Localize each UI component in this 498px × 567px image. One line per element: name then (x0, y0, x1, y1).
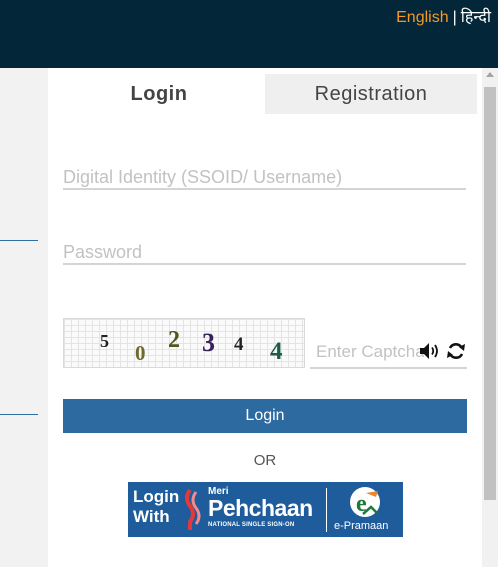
banner-with-text: With (133, 507, 170, 526)
captcha-input-underline (418, 367, 467, 369)
banner-pehchaan-text: Pehchaan (208, 495, 313, 521)
captcha-image: 5 0 2 3 4 4 (63, 318, 305, 368)
refresh-icon[interactable] (446, 341, 466, 361)
meri-pehchaan-login-banner[interactable]: Login With Meri Pehchaan NATIONAL SINGLE… (128, 482, 403, 537)
top-header-bar: English | हिन्दी (0, 0, 498, 68)
banner-epramaan-text: e-Pramaan (334, 520, 389, 532)
captcha-digit: 0 (135, 341, 146, 365)
banner-tagline-text: NATIONAL SINGLE SIGN-ON (208, 522, 295, 528)
banner-login-text: Login (133, 487, 180, 506)
login-button[interactable]: Login (63, 399, 467, 433)
captcha-digit: 2 (168, 327, 180, 353)
scrollbar-thumb[interactable] (484, 87, 496, 500)
captcha-digit: 4 (270, 338, 283, 365)
password-input[interactable] (63, 241, 466, 265)
captcha-digit: 4 (234, 334, 244, 355)
left-divider-line (0, 414, 38, 415)
language-switcher: English | हिन्दी (396, 5, 491, 27)
banner-divider (326, 488, 327, 532)
pehchaan-logo-icon (185, 488, 201, 530)
speaker-icon[interactable] (419, 341, 441, 361)
tab-login[interactable]: Login (62, 74, 256, 114)
captcha-input[interactable] (310, 337, 424, 369)
tab-registration[interactable]: Registration (265, 74, 477, 114)
language-separator: | (452, 9, 457, 26)
left-divider-line (0, 240, 38, 241)
scroll-up-arrow-icon[interactable] (486, 72, 494, 77)
language-hindi-link[interactable]: हिन्दी (461, 9, 491, 26)
captcha-digit: 3 (202, 328, 215, 357)
captcha-digit: 5 (100, 331, 109, 351)
epramaan-logo-icon: e (350, 487, 380, 517)
or-divider-text: OR (253, 452, 277, 469)
ssoid-input[interactable] (63, 166, 466, 190)
language-english-link[interactable]: English (396, 9, 448, 26)
